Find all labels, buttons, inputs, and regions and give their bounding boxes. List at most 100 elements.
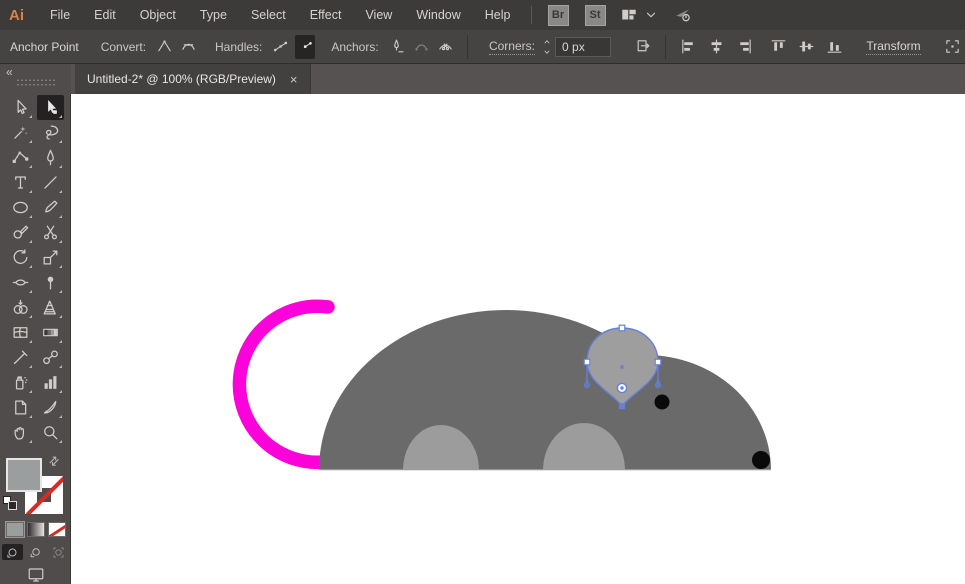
workspace-switcher-button[interactable]	[618, 5, 640, 25]
anchor-bottom-selected[interactable]	[618, 403, 626, 410]
menu-item-window[interactable]: Window	[407, 0, 469, 30]
gradient-mode-button[interactable]	[26, 522, 45, 537]
convert-corner-button[interactable]	[154, 35, 174, 59]
hand-tool	[13, 426, 24, 440]
magic-wand-tool[interactable]	[7, 120, 34, 145]
puppet-warp-tool[interactable]	[37, 270, 64, 295]
close-tab-icon[interactable]: ×	[290, 72, 298, 87]
workspace-chevron-button[interactable]	[644, 8, 658, 22]
align-hcenter-button[interactable]	[704, 35, 728, 59]
none-mode-button[interactable]	[47, 522, 66, 537]
scale-tool	[43, 250, 57, 265]
rotate-tool[interactable]	[7, 245, 34, 270]
direct-selection-tool[interactable]	[36, 95, 64, 120]
width-tool[interactable]	[7, 270, 34, 295]
menu-item-select[interactable]: Select	[242, 0, 295, 30]
hide-handles-button[interactable]	[294, 34, 316, 59]
scissors-tool[interactable]	[37, 220, 64, 245]
transform-link[interactable]: Transform	[866, 39, 921, 55]
fill-swatch[interactable]	[6, 458, 42, 492]
shape-builder-tool[interactable]	[7, 295, 34, 320]
gpu-performance-button[interactable]	[672, 5, 694, 25]
draw-behind-button[interactable]	[25, 544, 46, 560]
menu-item-type[interactable]: Type	[191, 0, 236, 30]
isolate-object-button[interactable]	[633, 35, 653, 59]
bridge-button[interactable]: Br	[547, 4, 569, 26]
anchor-left[interactable]	[583, 358, 591, 366]
default-fill-stroke-icon[interactable]	[3, 496, 17, 510]
remove-anchor-button[interactable]	[387, 35, 407, 59]
mouse-nose-shape[interactable]	[752, 451, 770, 469]
stepper-down-icon[interactable]	[541, 47, 552, 57]
align-top-button[interactable]	[766, 35, 790, 59]
document-tab[interactable]: Untitled-2* @ 100% (RGB/Preview) ×	[75, 64, 311, 94]
corners-input[interactable]	[555, 36, 612, 57]
corners-label[interactable]: Corners:	[488, 39, 535, 55]
type-tool	[14, 176, 26, 189]
draw-normal-button[interactable]	[2, 544, 23, 560]
artboard-tool	[14, 400, 26, 415]
align-vcenter-button[interactable]	[794, 35, 818, 59]
swap-fill-stroke-icon[interactable]: ⇄	[46, 452, 63, 469]
curvature-tool[interactable]	[7, 145, 34, 170]
column-graph-tool[interactable]	[37, 370, 64, 395]
scale-tool[interactable]	[37, 245, 64, 270]
menu-item-file[interactable]: File	[41, 0, 79, 30]
artboard-tool[interactable]	[7, 395, 34, 420]
show-handles-button[interactable]	[270, 35, 290, 59]
toolbar-header: «	[0, 64, 71, 94]
pen-tool[interactable]	[37, 145, 64, 170]
paintbrush-tool[interactable]	[37, 195, 64, 220]
artboard-canvas[interactable]	[71, 94, 965, 584]
anchor-top[interactable]	[618, 324, 626, 332]
symbol-sprayer-tool[interactable]	[7, 370, 34, 395]
selection-tool[interactable]	[7, 95, 34, 120]
align-bottom-button[interactable]	[822, 35, 846, 59]
align-right-button[interactable]	[732, 35, 756, 59]
slice-tool[interactable]	[37, 395, 64, 420]
convert-smooth-button[interactable]	[179, 35, 199, 59]
anchor-right[interactable]	[654, 358, 662, 366]
corners-stepper[interactable]	[541, 37, 552, 57]
ellipse-tool	[12, 201, 28, 214]
screen-mode-button[interactable]	[24, 566, 48, 584]
connect-endpoints-button[interactable]	[411, 35, 431, 59]
gradient-tool[interactable]	[37, 320, 64, 345]
menubar: Ai File Edit Object Type Select Effect View Win…	[0, 0, 965, 30]
anchors-label: Anchors:	[331, 39, 379, 54]
type-tool[interactable]	[7, 170, 34, 195]
line-segment-tool[interactable]	[37, 170, 64, 195]
draw-inside-button[interactable]	[48, 544, 69, 560]
hand-tool[interactable]	[7, 420, 34, 445]
menu-item-object[interactable]: Object	[131, 0, 185, 30]
mouse-eye-shape[interactable]	[654, 394, 670, 410]
tools-panel: ⇄	[0, 94, 71, 584]
lasso-tool[interactable]	[37, 120, 64, 145]
menu-item-effect[interactable]: Effect	[301, 0, 351, 30]
color-mode-button[interactable]	[4, 521, 25, 538]
cut-path-button[interactable]	[436, 35, 456, 59]
stepper-up-icon[interactable]	[541, 37, 552, 47]
ellipse-tool[interactable]	[7, 195, 34, 220]
live-corner-widget[interactable]	[616, 382, 628, 394]
selection-tool	[16, 99, 27, 115]
blend-tool[interactable]	[37, 345, 64, 370]
app-logo[interactable]: Ai	[9, 7, 24, 24]
menu-item-view[interactable]: View	[356, 0, 401, 30]
menu: File Edit Object Type Select Effect View Window…	[38, 0, 523, 30]
free-transform-button[interactable]	[943, 35, 963, 59]
align-left-button[interactable]	[676, 35, 700, 59]
stock-button[interactable]: St	[584, 4, 606, 26]
mouse-tail-path[interactable]	[232, 299, 335, 470]
menu-item-help[interactable]: Help	[476, 0, 520, 30]
convert-corner-icon	[158, 40, 171, 52]
collapse-panel-button[interactable]: «	[6, 65, 13, 79]
eyedropper-tool[interactable]	[7, 345, 34, 370]
menu-item-edit[interactable]: Edit	[85, 0, 125, 30]
menubar-divider	[530, 6, 532, 24]
perspective-grid-tool[interactable]	[37, 295, 64, 320]
mesh-tool[interactable]	[7, 320, 34, 345]
zoom-tool[interactable]	[37, 420, 64, 445]
shaper-tool[interactable]	[7, 220, 34, 245]
toolbar-drag-handle[interactable]	[16, 78, 56, 87]
